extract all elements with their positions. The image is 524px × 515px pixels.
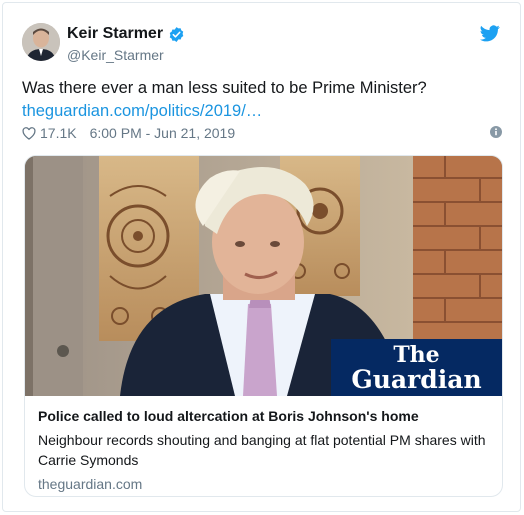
guardian-logo-block: The Guardian [331,339,502,396]
user-handle[interactable]: @Keir_Starmer [67,47,164,63]
like-count[interactable]: 17.1K [40,125,77,141]
card-domain[interactable]: theguardian.com [38,476,493,492]
card-title[interactable]: Police called to loud altercation at Bor… [38,407,493,425]
guardian-logo-line1: The [393,342,440,368]
card-image[interactable]: The Guardian [25,156,502,396]
guardian-logo-line2: Guardian [351,365,482,394]
tweet-timestamp[interactable]: 6:00 PM - Jun 21, 2019 [90,125,236,141]
avatar[interactable] [22,23,60,61]
user-name[interactable]: Keir Starmer [67,25,185,43]
card-description: Neighbour records shouting and banging a… [38,432,486,468]
twitter-bird-icon[interactable] [480,25,500,42]
link-card[interactable]: The Guardian Police called to loud alter… [24,155,503,497]
info-icon[interactable] [490,126,502,138]
tweet-body: Was there ever a man less suited to be P… [22,79,427,97]
heart-icon[interactable] [22,126,36,140]
tweet-link[interactable]: theguardian.com/politics/2019/… [22,102,262,120]
card-body: Police called to loud altercation at Bor… [38,407,493,492]
tweet-text: Was there ever a man less suited to be P… [22,77,492,123]
tweet-meta: 17.1K 6:00 PM - Jun 21, 2019 [22,124,502,142]
display-name[interactable]: Keir Starmer [67,25,163,43]
tweet-embed: Keir Starmer @Keir_Starmer Was there eve… [2,2,521,512]
verified-badge-icon [169,26,184,42]
